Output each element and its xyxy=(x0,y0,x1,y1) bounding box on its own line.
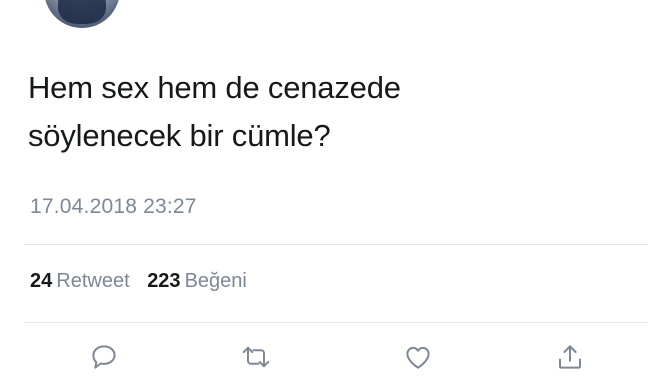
divider xyxy=(24,244,648,245)
tweet-text-line: söylenecek bir cümle? xyxy=(28,118,331,153)
divider xyxy=(24,322,648,323)
share-button[interactable] xyxy=(550,342,590,378)
like-stat[interactable]: 223 Beğeni xyxy=(147,270,247,292)
retweet-button[interactable] xyxy=(236,342,276,378)
tweet-actions xyxy=(0,342,672,378)
like-count: 223 xyxy=(147,270,181,292)
retweet-count: 24 xyxy=(30,270,53,292)
tweet-text: Hem sex hem de cenazede söylenecek bir c… xyxy=(28,64,628,160)
share-icon xyxy=(559,345,581,369)
avatar[interactable] xyxy=(44,0,120,28)
tweet-timestamp[interactable]: 17.04.2018 23:27 xyxy=(30,195,197,219)
tweet-stats: 24 Retweet 223 Beğeni xyxy=(30,270,247,293)
retweet-stat[interactable]: 24 Retweet xyxy=(30,270,130,292)
reply-icon xyxy=(92,345,116,369)
retweet-label: Retweet xyxy=(56,270,130,292)
like-label: Beğeni xyxy=(184,270,247,292)
tweet-text-line: Hem sex hem de cenazede xyxy=(28,70,401,105)
retweet-icon xyxy=(242,346,270,368)
reply-button[interactable] xyxy=(84,342,124,378)
like-button[interactable] xyxy=(398,342,438,378)
like-icon xyxy=(406,346,430,369)
